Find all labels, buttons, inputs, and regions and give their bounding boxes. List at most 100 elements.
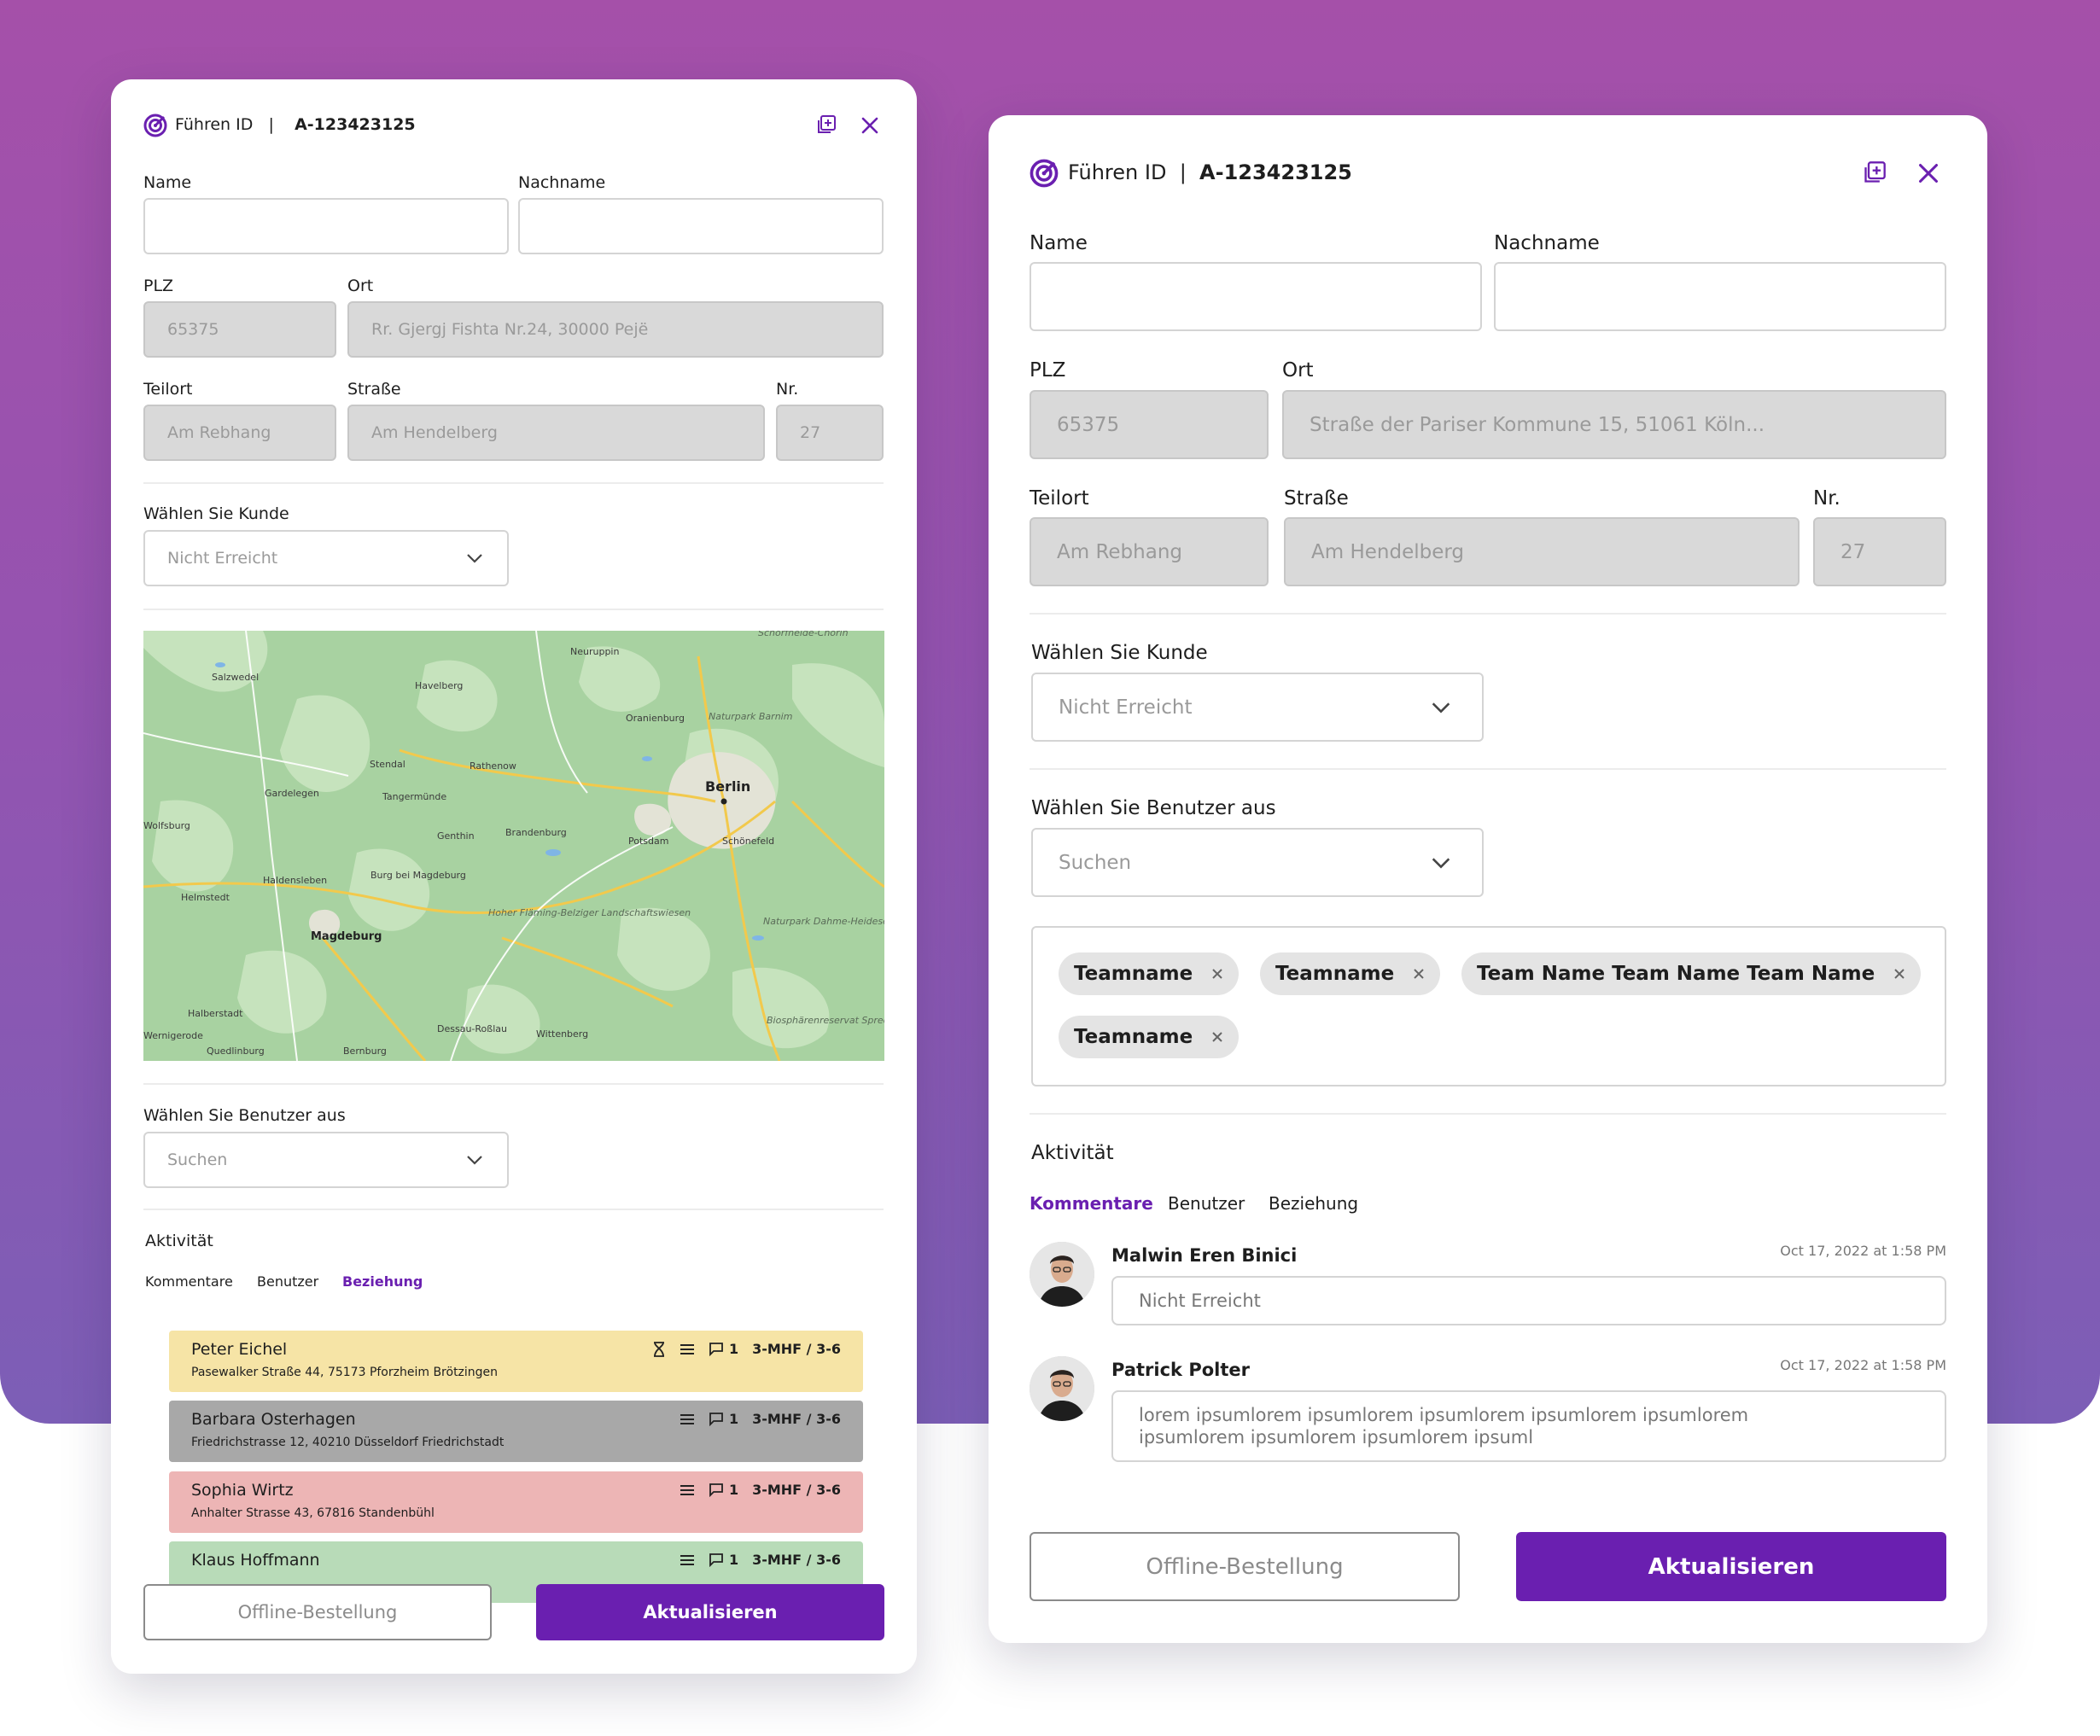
strasse-label: Straße bbox=[1284, 487, 1349, 510]
ort-label: Ort bbox=[347, 277, 374, 295]
strasse-input-value: Am Hendelberg bbox=[1311, 540, 1465, 563]
name-label: Name bbox=[143, 173, 192, 192]
benutzer-select-placeholder: Suchen bbox=[167, 1151, 228, 1169]
comment-count: 1 bbox=[728, 1411, 739, 1427]
list-icon bbox=[680, 1554, 694, 1565]
lead-panel-compact: Führen ID | A-123423125 Name Nachname PL… bbox=[111, 79, 917, 1674]
team-chip[interactable]: Team Name Team Name Team Name bbox=[1461, 952, 1922, 995]
map-place-label: Salzwedel bbox=[212, 672, 259, 683]
update-button[interactable]: Aktualisieren bbox=[536, 1584, 884, 1640]
kunde-select[interactable]: Nicht Erreicht bbox=[143, 530, 509, 586]
map-view[interactable]: Schorfheide-Chorin Neuruppin Salzwedel H… bbox=[143, 631, 884, 1061]
teilort-input[interactable]: Am Rebhang bbox=[143, 405, 336, 461]
plz-label: PLZ bbox=[1030, 359, 1066, 382]
comment-icon bbox=[709, 1413, 723, 1426]
map-place-label: Quedlinburg bbox=[207, 1046, 265, 1057]
remove-icon[interactable] bbox=[1893, 968, 1905, 980]
relation-card[interactable]: Sophia Wirtz Anhalter Strasse 43, 67816 … bbox=[169, 1471, 863, 1533]
chevron-down-icon bbox=[467, 1156, 482, 1165]
card-name: Sophia Wirtz bbox=[191, 1481, 294, 1500]
map-place-label: Bernburg bbox=[343, 1046, 387, 1057]
nachname-input[interactable] bbox=[518, 198, 884, 254]
list-icon bbox=[680, 1484, 694, 1495]
comment-text-value: Nicht Erreicht bbox=[1139, 1290, 1261, 1311]
offline-order-button[interactable]: Offline-Bestellung bbox=[1030, 1532, 1460, 1601]
tab-benutzer[interactable]: Benutzer bbox=[257, 1273, 318, 1290]
tab-beziehung[interactable]: Beziehung bbox=[342, 1273, 423, 1290]
offline-order-button[interactable]: Offline-Bestellung bbox=[143, 1584, 492, 1640]
remove-icon[interactable] bbox=[1413, 968, 1425, 980]
target-icon bbox=[143, 114, 167, 137]
kunde-select-value: Nicht Erreicht bbox=[167, 549, 278, 568]
duplicate-icon[interactable] bbox=[816, 114, 837, 135]
teilort-input-value: Am Rebhang bbox=[1057, 540, 1182, 563]
list-icon bbox=[680, 1343, 694, 1354]
relation-card[interactable]: Peter Eichel Pasewalker Straße 44, 75173… bbox=[169, 1331, 863, 1392]
chevron-down-icon bbox=[1432, 857, 1450, 868]
card-address: Pasewalker Straße 44, 75173 Pforzheim Br… bbox=[191, 1366, 499, 1379]
map-place-label: Neuruppin bbox=[570, 646, 619, 657]
relation-card[interactable]: Barbara Osterhagen Friedrichstrasse 12, … bbox=[169, 1401, 863, 1462]
lead-panel-detail: Führen ID | A-123423125 Name Nachname PL… bbox=[989, 115, 1987, 1643]
card-code: 3-MHF / 3-6 bbox=[752, 1552, 841, 1568]
update-button[interactable]: Aktualisieren bbox=[1516, 1532, 1946, 1601]
nr-input[interactable]: 27 bbox=[776, 405, 884, 461]
comment-text[interactable]: lorem ipsumlorem ipsumlorem ipsumlorem i… bbox=[1111, 1390, 1946, 1462]
tab-benutzer[interactable]: Benutzer bbox=[1168, 1193, 1245, 1214]
nr-input[interactable]: 27 bbox=[1813, 517, 1946, 586]
nachname-label: Nachname bbox=[518, 173, 606, 192]
lead-id-title: Führen ID | A-123423125 bbox=[1068, 160, 1352, 184]
teilort-label: Teilort bbox=[1030, 487, 1089, 510]
relation-list[interactable]: Peter Eichel Pasewalker Straße 44, 75173… bbox=[111, 1307, 917, 1617]
map-place-label: Berlin bbox=[705, 778, 750, 795]
map-place-label: Halberstadt bbox=[188, 1008, 243, 1019]
card-code: 3-MHF / 3-6 bbox=[752, 1411, 841, 1427]
comment-icon bbox=[709, 1343, 723, 1356]
map-place-label: Dessau-Roßlau bbox=[437, 1023, 507, 1034]
plz-input[interactable]: 65375 bbox=[1030, 390, 1269, 459]
map-place-label: Gardelegen bbox=[265, 788, 319, 799]
lead-id-label: Führen ID bbox=[175, 115, 254, 134]
comment-text[interactable]: Nicht Erreicht bbox=[1111, 1276, 1946, 1325]
card-name: Peter Eichel bbox=[191, 1340, 288, 1359]
team-chip[interactable]: Teamname bbox=[1059, 1016, 1240, 1058]
comment-icon bbox=[709, 1483, 723, 1497]
kunde-select[interactable]: Nicht Erreicht bbox=[1031, 673, 1484, 742]
map-place-label: Haldensleben bbox=[263, 875, 327, 886]
tab-kommentare[interactable]: Kommentare bbox=[1030, 1193, 1153, 1214]
close-icon[interactable] bbox=[860, 116, 879, 135]
card-meta: 1 3-MHF / 3-6 bbox=[680, 1482, 841, 1498]
name-input[interactable] bbox=[1030, 262, 1482, 331]
team-chip[interactable]: Teamname bbox=[1260, 952, 1441, 995]
map-marker bbox=[720, 798, 727, 805]
benutzer-select[interactable]: Suchen bbox=[1031, 828, 1484, 897]
lead-id-separator: | bbox=[1179, 160, 1187, 184]
plz-input[interactable]: 65375 bbox=[143, 301, 336, 358]
tab-kommentare[interactable]: Kommentare bbox=[145, 1273, 233, 1290]
activity-title: Aktivität bbox=[1031, 1142, 1114, 1164]
map-place-label: Naturpark Dahme-Heideseen bbox=[763, 916, 884, 927]
nachname-input[interactable] bbox=[1494, 262, 1946, 331]
benutzer-select[interactable]: Suchen bbox=[143, 1132, 509, 1188]
team-chip[interactable]: Teamname bbox=[1059, 952, 1240, 995]
teilort-input[interactable]: Am Rebhang bbox=[1030, 517, 1269, 586]
ort-input[interactable]: Rr. Gjergj Fishta Nr.24, 30000 Pejë bbox=[347, 301, 884, 358]
card-name: Barbara Osterhagen bbox=[191, 1410, 356, 1429]
benutzer-label: Wählen Sie Benutzer aus bbox=[143, 1106, 346, 1125]
avatar bbox=[1030, 1242, 1094, 1307]
tab-beziehung[interactable]: Beziehung bbox=[1269, 1193, 1358, 1214]
duplicate-icon[interactable] bbox=[1863, 160, 1887, 184]
map-place-label: Genthin bbox=[437, 830, 475, 842]
lead-id-value: A-123423125 bbox=[295, 115, 416, 134]
strasse-input[interactable]: Am Hendelberg bbox=[347, 405, 765, 461]
ort-input[interactable]: Straße der Pariser Kommune 15, 51061 Köl… bbox=[1282, 390, 1946, 459]
remove-icon[interactable] bbox=[1211, 968, 1223, 980]
strasse-input[interactable]: Am Hendelberg bbox=[1284, 517, 1800, 586]
remove-icon[interactable] bbox=[1211, 1031, 1223, 1043]
nr-label: Nr. bbox=[776, 380, 799, 399]
map-place-label: Tangermünde bbox=[382, 791, 446, 802]
name-input[interactable] bbox=[143, 198, 509, 254]
close-icon[interactable] bbox=[1917, 162, 1940, 184]
list-icon bbox=[680, 1413, 694, 1424]
card-code: 3-MHF / 3-6 bbox=[752, 1341, 841, 1357]
